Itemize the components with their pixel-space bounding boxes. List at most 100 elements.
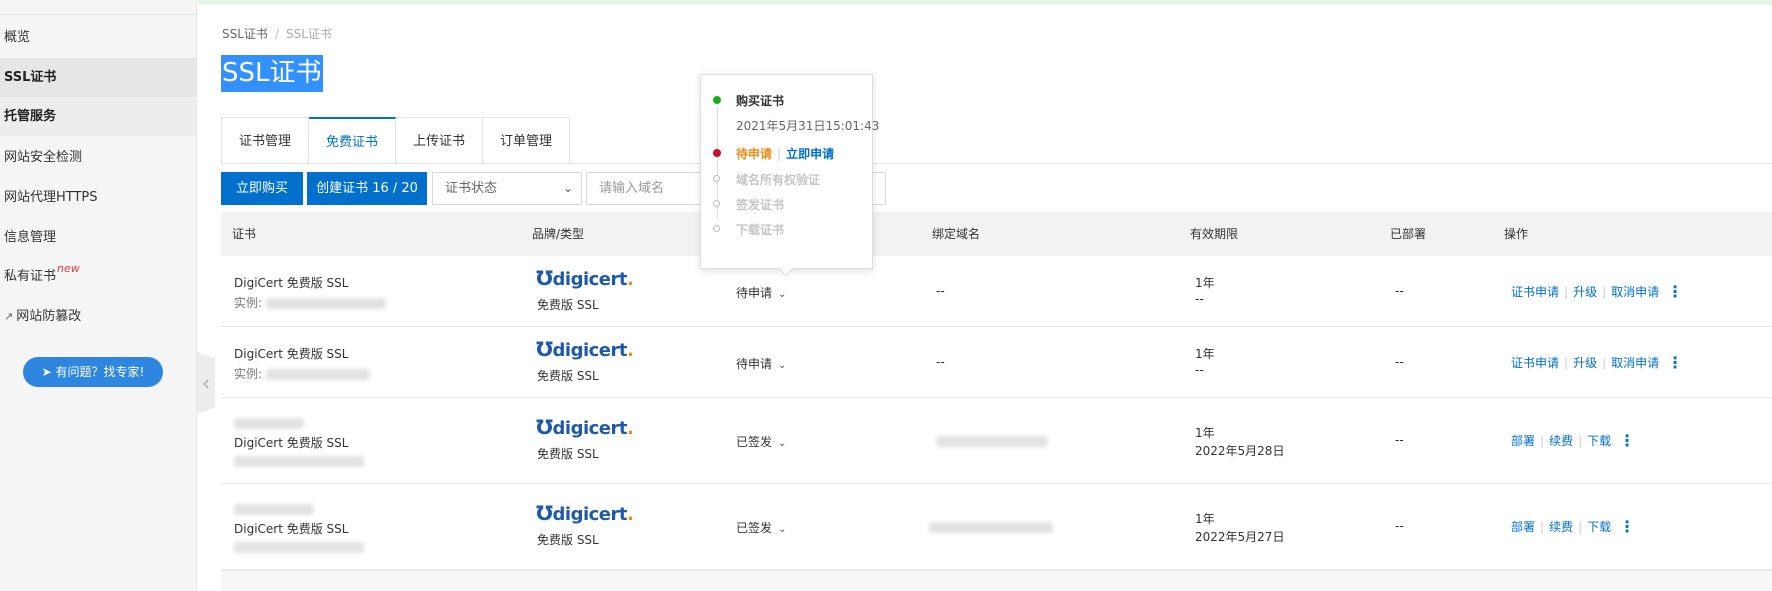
status-dropdown[interactable]: 待申请 ⌄	[736, 355, 786, 372]
status-text: 已签发	[736, 521, 773, 535]
sidebar-collapse-handle[interactable]: ‹	[197, 352, 215, 414]
tab-orders[interactable]: 订单管理	[483, 117, 571, 164]
sidebar-item-label: 私有证书	[4, 269, 57, 284]
sidebar-item-private-cert[interactable]: 私有证书new	[0, 257, 197, 296]
step-pending: 待申请 | 立即申请	[736, 145, 834, 162]
cert-name: DigiCert 免费版 SSL	[234, 436, 349, 450]
sidebar-item-hosting[interactable]: 托管服务	[0, 97, 197, 136]
bound-domain	[929, 520, 1053, 534]
step-domain-verify: 域名所有权验证	[736, 173, 821, 187]
col-brand: 品牌/类型	[532, 227, 585, 241]
apply-cert-link[interactable]: 证书申请	[1511, 356, 1559, 370]
col-validity: 有效期限	[1190, 227, 1239, 241]
divider: |	[1578, 434, 1583, 448]
status-text: 待申请	[736, 357, 773, 371]
tab-upload-cert[interactable]: 上传证书	[396, 117, 484, 164]
step-purchase-time: 2021年5月31日15:01:43	[736, 119, 880, 133]
sidebar-item-site-scan[interactable]: 网站安全检测	[0, 138, 197, 177]
paper-plane-icon: ➤	[41, 365, 56, 379]
digicert-logo: ℧digicert.	[536, 337, 634, 361]
row-actions: 证书申请 | 升级 | 取消申请 ⋮	[1511, 282, 1683, 301]
apply-now-link[interactable]: 立即申请	[786, 147, 834, 161]
tab-free-cert[interactable]: 免费证书	[309, 117, 397, 164]
cert-name: DigiCert 免费版 SSL	[234, 347, 349, 361]
bound-domain: --	[936, 284, 945, 298]
validity: 1年	[1195, 512, 1215, 526]
step-download: 下载证书	[736, 223, 785, 237]
status-text: 待申请	[736, 286, 773, 300]
sidebar-item-label: 网站安全检测	[4, 150, 83, 165]
sidebar-item-label: 信息管理	[4, 230, 57, 245]
cert-type: 免费版 SSL	[537, 298, 599, 312]
sidebar-item-label: 网站代理HTTPS	[4, 190, 98, 205]
row-actions: 证书申请 | 升级 | 取消申请 ⋮	[1511, 353, 1683, 372]
step-issue: 签发证书	[736, 198, 785, 212]
deploy-link[interactable]: 部署	[1511, 434, 1535, 448]
more-icon[interactable]: ⋮	[1667, 353, 1683, 372]
step-todo-dot	[713, 200, 720, 207]
step-done-dot	[713, 96, 721, 104]
divider: |	[1540, 520, 1545, 534]
redacted-instance	[265, 298, 386, 309]
redacted-instance	[234, 542, 364, 553]
sidebar-item-https-proxy[interactable]: 网站代理HTTPS	[0, 178, 197, 217]
redacted-alias-block	[234, 418, 304, 429]
download-link[interactable]: 下载	[1587, 434, 1611, 448]
download-link[interactable]: 下载	[1587, 520, 1611, 534]
sidebar-item-ssl[interactable]: SSL证书	[0, 58, 197, 97]
instance-prefix: 实例:	[234, 367, 266, 381]
redacted-instance	[234, 456, 364, 467]
status-dropdown[interactable]: 待申请 ⌄	[736, 284, 786, 301]
ask-expert-button[interactable]: ➤ 有问题？找专家!	[23, 357, 163, 387]
brand-text: digicert	[552, 418, 628, 439]
sidebar-item-info[interactable]: 信息管理	[0, 218, 197, 257]
chevron-left-icon: ‹	[202, 371, 210, 395]
upgrade-link[interactable]: 升级	[1573, 285, 1597, 299]
table-row: DigiCert 免费版 SSL 实例: ℧digicert. 免费版 SSL …	[221, 256, 1772, 327]
digicert-logo: ℧digicert.	[536, 266, 634, 290]
sidebar-item-tamper[interactable]: ↗ 网站防篡改	[0, 297, 197, 336]
divider: |	[1602, 285, 1607, 299]
sidebar-item-overview[interactable]: 概览	[0, 18, 197, 57]
apply-cert-link[interactable]: 证书申请	[1511, 285, 1559, 299]
redacted-domain	[936, 436, 1048, 447]
brand-text: digicert	[552, 504, 628, 525]
more-icon[interactable]: ⋮	[1619, 431, 1635, 450]
table-row: DigiCert 免费版 SSL 实例: ℧digicert. 免费版 SSL …	[221, 327, 1772, 398]
upgrade-link[interactable]: 升级	[1573, 356, 1597, 370]
sidebar-item-label: 网站防篡改	[16, 309, 82, 324]
buy-now-button[interactable]: 立即购买	[221, 172, 303, 205]
tab-cert-management[interactable]: 证书管理	[221, 117, 310, 164]
digicert-logo: ℧digicert.	[536, 501, 634, 525]
step-purchase: 购买证书	[736, 94, 785, 108]
renew-link[interactable]: 续费	[1549, 434, 1573, 448]
bound-domain	[936, 434, 1048, 448]
cert-instance	[234, 454, 364, 468]
cancel-apply-link[interactable]: 取消申请	[1611, 285, 1659, 299]
brand-text: digicert	[552, 269, 628, 290]
divider: |	[1564, 356, 1569, 370]
table-footer	[221, 570, 1772, 591]
deployed: --	[1395, 519, 1404, 533]
deploy-link[interactable]: 部署	[1511, 520, 1535, 534]
cert-type: 免费版 SSL	[537, 369, 599, 383]
new-badge: new	[57, 262, 80, 275]
instance-prefix: 实例:	[234, 296, 266, 310]
cert-instance: 实例:	[234, 294, 386, 311]
status-dropdown[interactable]: 已签发 ⌄	[736, 519, 786, 536]
row-actions: 部署 | 续费 | 下载 ⋮	[1511, 517, 1635, 536]
status-dropdown[interactable]: 已签发 ⌄	[736, 433, 786, 450]
cancel-apply-link[interactable]: 取消申请	[1611, 356, 1659, 370]
more-icon[interactable]: ⋮	[1667, 282, 1683, 301]
renew-link[interactable]: 续费	[1549, 520, 1573, 534]
step-todo-dot	[713, 175, 720, 182]
sidebar-item-label: 托管服务	[4, 109, 57, 124]
bound-domain: --	[936, 355, 945, 369]
table-row: DigiCert 免费版 SSL ℧digicert. 免费版 SSL 已签发 ⌄…	[221, 398, 1772, 484]
create-cert-button[interactable]: 创建证书 16 / 20	[307, 172, 427, 205]
more-icon[interactable]: ⋮	[1619, 517, 1635, 536]
breadcrumb-link[interactable]: SSL证书	[222, 27, 268, 41]
cert-status-select[interactable]: 证书状态 ⌄	[432, 172, 582, 205]
divider: |	[1564, 285, 1569, 299]
col-domain: 绑定域名	[932, 227, 981, 241]
